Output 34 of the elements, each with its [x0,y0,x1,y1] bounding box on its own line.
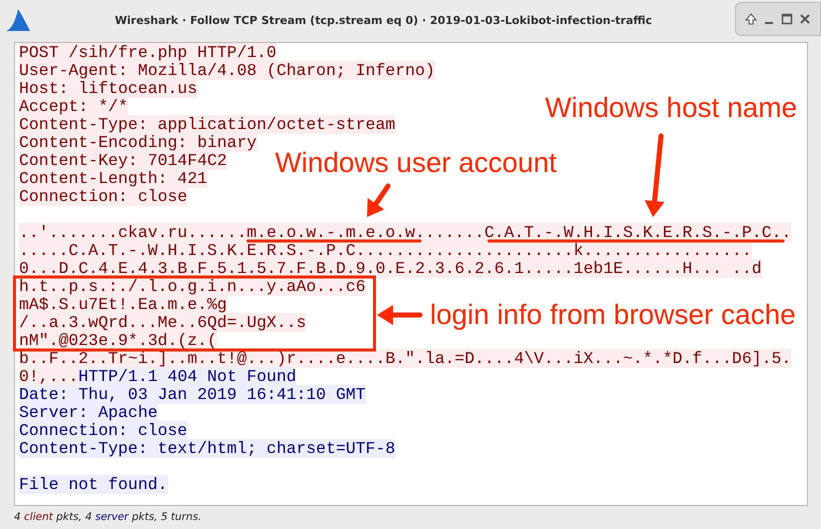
client-text: POST /sih/fre.php HTTP/1.0 [19,43,276,62]
server-text: File not found. [19,475,168,494]
keep-above-icon[interactable] [744,12,758,26]
client-text: b..F..2..Tr~i.]..m..t!@...)r....e....B.".la.=D....4\V...iX...~.*.*D.f...D6].5. [19,349,792,368]
client-text: Content-Length: 421 [19,169,208,188]
client-text: Content-Type: application/octet-stream [19,115,396,134]
server-text: HTTP/1.1 404 Not Found [78,367,296,386]
stream-text-area[interactable] [14,42,808,506]
annotation-label: Windows host name [545,93,798,123]
client-text: Content-Key: 7014F4C2 [19,151,227,170]
close-icon[interactable] [798,12,812,26]
client-text: nM".@023e.9*.3d.(z.( [19,331,218,350]
client-text: ..'.......ckav.ru......m.e.o.w.-.m.e.o.w.......C.A.T.-.W.H.I.S.K.E.R.S.-.P.C.. [19,223,792,242]
client-text: User-Agent: Mozilla/4.08 (Charon; Inferno) [19,61,435,80]
maximize-icon[interactable] [780,12,794,26]
annotation-label: login info from browser cache [430,300,796,330]
server-text: Connection: close [19,421,188,440]
client-text: 0...D.C.4.E.4.3.B.F.5.1.5.7.F.B.D.9.0.E.2.3.6.2.6.1.....1eb1E......H... ..d [19,259,762,278]
window-title: Wireshark · Follow TCP Stream (tcp.stream eq 0) · 2019-01-03-Lokibot-infection-traffic [114,14,654,26]
client-text: /..a.3.wQrd...Me..6Qd=.UgX..s [19,313,306,332]
server-text: Date: Thu, 03 Jan 2019 16:41:10 GMT [19,385,366,404]
client-text: Host: liftocean.us [19,79,198,98]
client-text: Content-Encoding: binary [19,133,257,152]
arrow [377,305,422,325]
server-text: Content-Type: text/html; charset=UTF-8 [19,439,396,458]
client-text: Accept: */* [19,97,128,116]
client-text: 0!,... [19,367,78,386]
client-text: Connection: close [19,187,188,206]
arrow [367,184,390,217]
server-text: Server: Apache [19,403,158,422]
client-text: mA$.S.u7Et!.Ea.m.e.%g [19,295,227,314]
stream-summary: 4 client pkts, 4 server pkts, 5 turns. [13,510,202,523]
annotation-label: Windows user account [275,148,557,178]
shark-fin-icon [4,7,32,33]
